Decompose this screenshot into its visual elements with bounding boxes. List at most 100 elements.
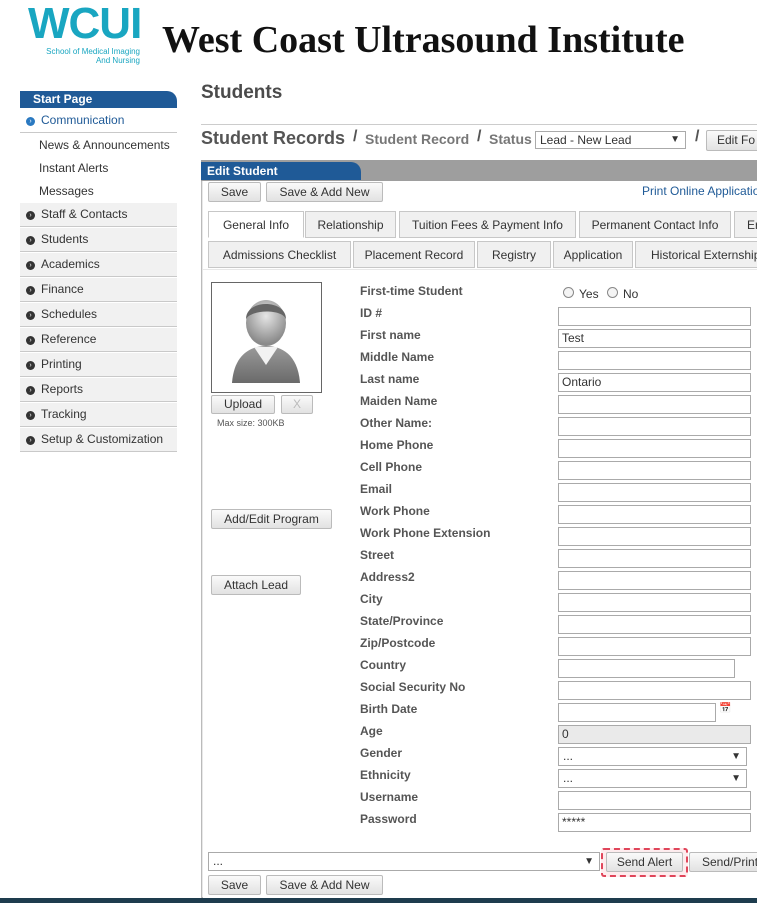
email-field[interactable] (558, 483, 751, 502)
first-time-student-label: First-time Student (360, 284, 463, 298)
birth-date-field[interactable] (558, 703, 716, 722)
tab-historical-externship[interactable]: Historical Externship (635, 241, 757, 268)
expand-icon: › (26, 261, 35, 270)
social-security-no-field[interactable] (558, 681, 751, 700)
country-field[interactable] (558, 659, 735, 678)
city-field[interactable] (558, 593, 751, 612)
edit-form-button[interactable]: Edit Fo (706, 130, 757, 151)
sidebar-item-reports[interactable]: › Reports (20, 378, 177, 402)
middle-name-field[interactable] (558, 351, 751, 370)
logo: WCUI (28, 0, 142, 48)
breadcrumb-student-records[interactable]: Student Records (201, 128, 345, 149)
sidebar-item-staff-contacts[interactable]: › Staff & Contacts (20, 203, 177, 227)
username-field[interactable] (558, 791, 751, 810)
first-time-no-radio[interactable] (607, 287, 618, 298)
state-province-label: State/Province (360, 614, 444, 628)
sidebar-subitem-instant-alerts[interactable]: Instant Alerts (39, 157, 108, 180)
state-province-field[interactable] (558, 615, 751, 634)
bottom-save-add-new-button[interactable]: Save & Add New (266, 875, 383, 895)
first-time-yes-radio[interactable] (563, 287, 574, 298)
send-print-button[interactable]: Send/Print (689, 852, 757, 872)
id-field[interactable] (558, 307, 751, 326)
calendar-icon[interactable]: 📅 (719, 703, 731, 714)
first-time-no-label: No (623, 287, 639, 301)
work-phone-label: Work Phone (360, 504, 430, 518)
alert-template-select[interactable]: ... ▼ (208, 852, 600, 871)
sidebar-item-tracking[interactable]: › Tracking (20, 403, 177, 427)
add-edit-program-button[interactable]: Add/Edit Program (211, 509, 332, 529)
tab-application[interactable]: Application (553, 241, 633, 268)
save-add-new-button[interactable]: Save & Add New (266, 182, 383, 202)
last-name-field[interactable]: Ontario (558, 373, 751, 392)
tab-tuition-fees[interactable]: Tuition Fees & Payment Info (399, 211, 576, 238)
status-select[interactable]: Lead - New Lead ▼ (535, 131, 686, 149)
tab-registry[interactable]: Registry (477, 241, 551, 268)
address2-field[interactable] (558, 571, 751, 590)
student-photo (211, 282, 322, 393)
save-button[interactable]: Save (208, 182, 261, 202)
tab-general-info[interactable]: General Info (208, 211, 304, 238)
expand-icon: › (26, 436, 35, 445)
remove-photo-button[interactable]: X (281, 395, 313, 414)
zip-postcode-field[interactable] (558, 637, 751, 656)
expand-icon: › (26, 336, 35, 345)
first-name-field[interactable]: Test (558, 329, 751, 348)
maiden-name-field[interactable] (558, 395, 751, 414)
password-label: Password (360, 812, 417, 826)
chevron-down-icon: ▼ (584, 856, 594, 867)
password-field[interactable]: ***** (558, 813, 751, 832)
work-phone-extension-field[interactable] (558, 527, 751, 546)
max-size-note: Max size: 300KB (217, 418, 285, 428)
chevron-down-icon: ▼ (731, 751, 741, 762)
tab-relationship[interactable]: Relationship (305, 211, 396, 238)
sidebar-subitem-news[interactable]: News & Announcements (39, 134, 170, 157)
work-phone-field[interactable] (558, 505, 751, 524)
attach-lead-button[interactable]: Attach Lead (211, 575, 301, 595)
site-title: West Coast Ultrasound Institute (162, 19, 685, 61)
bottom-save-button[interactable]: Save (208, 875, 261, 895)
chevron-down-icon: ▼ (670, 134, 680, 145)
tab-placement-record[interactable]: Placement Record (353, 241, 475, 268)
cell-phone-field[interactable] (558, 461, 751, 480)
send-alert-button[interactable]: Send Alert (606, 852, 683, 872)
address2-label: Address2 (360, 570, 415, 584)
tab-admissions-checklist[interactable]: Admissions Checklist (208, 241, 351, 268)
middle-name-label: Middle Name (360, 350, 435, 364)
city-label: City (360, 592, 383, 606)
tab-permanent-contact[interactable]: Permanent Contact Info (579, 211, 731, 238)
page-title: Students (201, 82, 283, 103)
print-online-application-link[interactable]: Print Online Applicatio (642, 184, 757, 198)
sidebar-item-finance[interactable]: › Finance (20, 278, 177, 302)
sidebar-item-students[interactable]: › Students (20, 228, 177, 252)
breadcrumb: Student Records / Student Record / Statu… (201, 124, 757, 155)
footer-bar (0, 898, 757, 903)
home-phone-label: Home Phone (360, 438, 434, 452)
sidebar-item-schedules[interactable]: › Schedules (20, 303, 177, 327)
other-name-field[interactable] (558, 417, 751, 436)
ethnicity-select[interactable]: ... ▼ (558, 769, 747, 788)
breadcrumb-student-record[interactable]: Student Record (365, 131, 469, 147)
tab-emergency[interactable]: Er (734, 211, 757, 238)
sidebar-item-printing[interactable]: › Printing (20, 353, 177, 377)
expand-icon: › (26, 386, 35, 395)
sidebar-subitem-messages[interactable]: Messages (39, 180, 94, 203)
first-time-yes-label: Yes (579, 287, 599, 301)
home-phone-field[interactable] (558, 439, 751, 458)
street-label: Street (360, 548, 395, 562)
expand-icon: › (26, 211, 35, 220)
sidebar-item-setup-customization[interactable]: › Setup & Customization (20, 428, 177, 452)
sidebar-item-reference[interactable]: › Reference (20, 328, 177, 352)
age-field[interactable]: 0 (558, 725, 751, 744)
sidebar-item-academics[interactable]: › Academics (20, 253, 177, 277)
other-name-label: Other Name: (360, 416, 433, 430)
cell-phone-label: Cell Phone (360, 460, 423, 474)
gender-select[interactable]: ... ▼ (558, 747, 747, 766)
sidebar-item-communication[interactable]: › Communication (20, 109, 177, 133)
street-field[interactable] (558, 549, 751, 568)
expand-icon: › (26, 361, 35, 370)
upload-button[interactable]: Upload (211, 395, 275, 414)
zip-postcode-label: Zip/Postcode (360, 636, 436, 650)
expand-icon: › (26, 286, 35, 295)
sidebar-start-page[interactable]: Start Page (20, 91, 177, 108)
tab-bar: General Info Relationship Tuition Fees &… (203, 203, 757, 269)
